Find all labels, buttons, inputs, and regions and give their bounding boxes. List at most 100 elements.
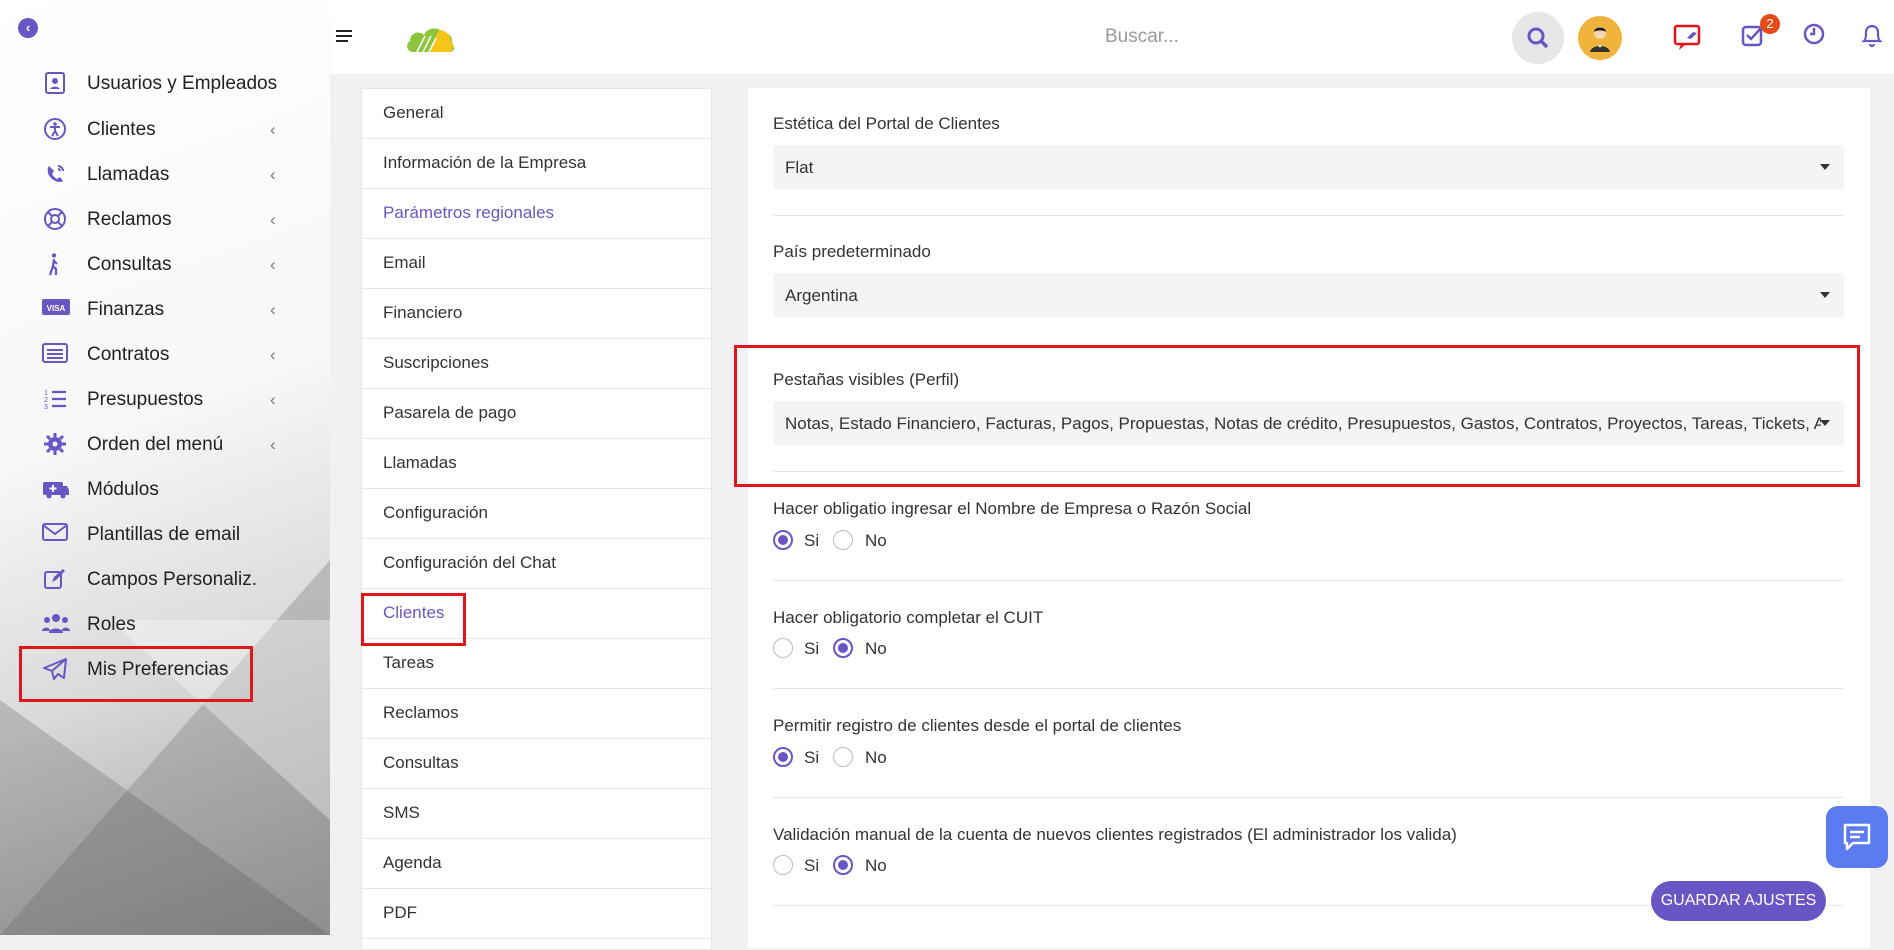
menu-item-label: Agenda xyxy=(383,853,442,872)
medkit-icon xyxy=(42,477,69,503)
menu-item-label: PDF xyxy=(383,903,417,922)
radio-label: Si xyxy=(804,639,820,658)
menu-item-label: SMS xyxy=(383,803,420,822)
bell-icon[interactable] xyxy=(1856,22,1888,54)
tasks-badge: 2 xyxy=(1760,14,1780,34)
radio-si[interactable] xyxy=(773,747,793,767)
settings-menu-item-sms[interactable]: SMS xyxy=(362,789,711,839)
menu-item-label: Parámetros regionales xyxy=(383,203,555,222)
settings-menu-item-general[interactable]: General xyxy=(362,89,711,139)
menu-item-label: Pasarela de pago xyxy=(383,403,517,422)
radio-si[interactable] xyxy=(773,638,793,658)
select-value: Argentina xyxy=(785,286,858,305)
highlight-box xyxy=(361,593,466,646)
portal-style-select[interactable]: Flat xyxy=(773,145,1844,189)
sidebar-item-label: Contratos xyxy=(87,344,170,365)
sidebar-item-campos-personaliz[interactable]: Campos Personaliz. xyxy=(0,558,330,602)
settings-menu-item-tareas[interactable]: Tareas xyxy=(362,639,711,689)
users-icon xyxy=(42,612,70,638)
collapse-sidebar-icon[interactable]: ‹ xyxy=(18,18,38,38)
chevron-left-icon: ‹ xyxy=(270,345,276,364)
sidebar-item-orden-menu[interactable]: Orden del menú ‹ xyxy=(0,423,330,467)
menu-item-label: Financiero xyxy=(383,303,463,322)
list-card-icon xyxy=(42,342,68,368)
chat-widget-button[interactable] xyxy=(1826,806,1888,868)
default-country-select[interactable]: Argentina xyxy=(773,273,1844,317)
caret-down-icon xyxy=(1820,292,1830,298)
sidebar-item-label: Llamadas xyxy=(87,164,170,185)
radio-label: No xyxy=(865,856,887,875)
sidebar-item-reclamos[interactable]: Reclamos ‹ xyxy=(0,198,330,242)
sidebar-item-label: Presupuestos xyxy=(87,389,204,410)
menu-item-label: Suscripciones xyxy=(383,353,489,372)
sidebar-item-clientes[interactable]: Clientes ‹ xyxy=(0,108,330,152)
sidebar: ‹ Usuarios y Empleados Clientes ‹ Llamad… xyxy=(0,0,330,935)
chevron-left-icon: ‹ xyxy=(270,165,276,184)
chevron-left-icon: ‹ xyxy=(270,300,276,319)
sidebar-item-consultas[interactable]: Consultas ‹ xyxy=(0,243,330,287)
chevron-left-icon: ‹ xyxy=(270,390,276,409)
portal-style-label: Estética del Portal de Clientes xyxy=(773,114,1000,133)
radio-label: Si xyxy=(804,856,820,875)
search-input[interactable]: Buscar... xyxy=(1105,26,1179,48)
allow-registration-label: Permitir registro de clientes desde el p… xyxy=(773,716,1182,735)
divider xyxy=(773,580,1844,581)
chevron-left-icon: ‹ xyxy=(270,120,276,139)
radio-label: No xyxy=(865,748,887,767)
chat-message-icon[interactable] xyxy=(1673,22,1705,54)
phone-ring-icon xyxy=(42,162,68,188)
radio-no[interactable] xyxy=(833,855,853,875)
settings-menu-item-suscripciones[interactable]: Suscripciones xyxy=(362,339,711,389)
chevron-left-icon: ‹ xyxy=(270,210,276,229)
svg-text:1: 1 xyxy=(44,390,48,397)
settings-menu-item-chat[interactable]: Configuración del Chat xyxy=(362,539,711,589)
settings-menu-item-pdf[interactable]: PDF xyxy=(362,889,711,939)
settings-menu-item-empresa[interactable]: Información de la Empresa xyxy=(362,139,711,189)
sidebar-item-roles[interactable]: Roles xyxy=(0,603,330,647)
app-logo[interactable] xyxy=(405,16,461,56)
settings-menu-item-email[interactable]: Email xyxy=(362,239,711,289)
sidebar-item-label: Finanzas xyxy=(87,299,165,320)
sidebar-item-modulos[interactable]: Módulos xyxy=(0,468,330,512)
highlight-box xyxy=(19,646,253,702)
menu-toggle-icon[interactable] xyxy=(336,30,352,45)
search-button[interactable] xyxy=(1512,12,1564,64)
menu-item-label: Email xyxy=(383,253,426,272)
radio-no[interactable] xyxy=(833,638,853,658)
edit-icon xyxy=(42,567,68,593)
sidebar-item-label: Plantillas de email xyxy=(87,524,241,545)
radio-si[interactable] xyxy=(773,855,793,875)
settings-menu-item-agenda[interactable]: Agenda xyxy=(362,839,711,889)
settings-menu-item-configuracion[interactable]: Configuración xyxy=(362,489,711,539)
settings-menu-item-llamadas[interactable]: Llamadas xyxy=(362,439,711,489)
radio-si[interactable] xyxy=(773,530,793,550)
radio-no[interactable] xyxy=(833,747,853,767)
settings-menu-item-consultas[interactable]: Consultas xyxy=(362,739,711,789)
sidebar-item-llamadas[interactable]: Llamadas ‹ xyxy=(0,153,330,197)
radio-label: No xyxy=(865,531,887,550)
sidebar-item-finanzas[interactable]: VISA Finanzas ‹ xyxy=(0,288,330,332)
accessibility-icon xyxy=(42,117,68,143)
sidebar-item-label: Reclamos xyxy=(87,209,172,230)
settings-menu-item-financiero[interactable]: Financiero xyxy=(362,289,711,339)
settings-menu-item-regionales[interactable]: Parámetros regionales xyxy=(362,189,711,239)
chat-bubble-icon xyxy=(1843,823,1871,851)
menu-item-label: Configuración xyxy=(383,503,488,522)
clock-icon[interactable] xyxy=(1798,22,1830,54)
require-cuit-label: Hacer obligatorio completar el CUIT xyxy=(773,608,1044,627)
divider xyxy=(773,215,1844,216)
settings-menu-item-reclamos[interactable]: Reclamos xyxy=(362,689,711,739)
sidebar-item-contratos[interactable]: Contratos ‹ xyxy=(0,333,330,377)
walking-person-icon xyxy=(42,252,68,278)
menu-item-label: Información de la Empresa xyxy=(383,153,587,172)
avatar[interactable] xyxy=(1578,16,1622,60)
divider xyxy=(773,797,1844,798)
sidebar-item-presupuestos[interactable]: 123 Presupuestos ‹ xyxy=(0,378,330,422)
save-settings-button[interactable]: GUARDAR AJUSTES xyxy=(1651,881,1826,921)
sidebar-item-label: Campos Personaliz. xyxy=(87,569,258,590)
settings-menu-item-pasarela[interactable]: Pasarela de pago xyxy=(362,389,711,439)
radio-no[interactable] xyxy=(833,530,853,550)
svg-text:VISA: VISA xyxy=(47,304,66,313)
sidebar-item-plantillas-email[interactable]: Plantillas de email xyxy=(0,513,330,557)
sidebar-item-usuarios[interactable]: Usuarios y Empleados xyxy=(0,62,330,106)
